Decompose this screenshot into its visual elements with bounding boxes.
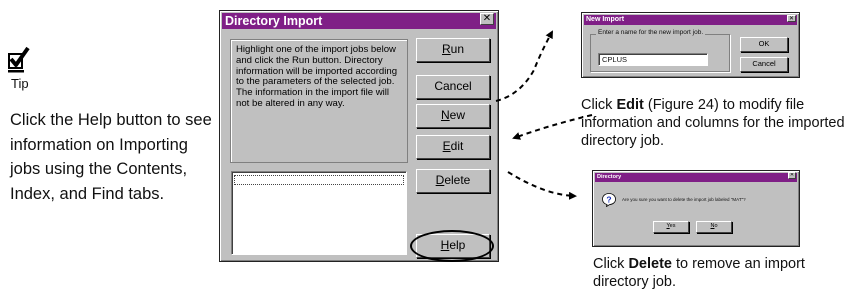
cancel-button[interactable]: Cancel — [416, 75, 490, 99]
no-button[interactable]: No — [696, 221, 732, 233]
tip-label: Tip — [11, 76, 29, 91]
svg-text:?: ? — [606, 194, 611, 204]
checkmark-tip-icon — [6, 46, 32, 74]
edit-caption: Click Edit (Figure 24) to modify file in… — [581, 97, 845, 149]
close-icon[interactable]: ✕ — [788, 172, 796, 179]
new-import-dialog: New Import ✕ Enter a name for the new im… — [581, 12, 800, 78]
delete-button[interactable]: Delete — [416, 169, 490, 193]
dialog-title: Directory — [595, 173, 797, 182]
ok-button[interactable]: OK — [740, 37, 788, 52]
import-jobs-list[interactable] — [231, 171, 407, 255]
delete-arrow — [507, 171, 577, 200]
confirm-message: Are you sure you want to delete the impo… — [622, 197, 746, 202]
list-item[interactable] — [234, 175, 404, 185]
directory-import-dialog: Directory Import ✕ Highlight one of the … — [219, 10, 499, 262]
question-icon: ? — [602, 193, 616, 208]
delete-caption: Click Delete to remove an import directo… — [593, 256, 805, 290]
close-icon[interactable]: ✕ — [787, 15, 796, 22]
help-highlight-circle — [410, 230, 494, 262]
dialog-title: New Import — [584, 15, 797, 25]
yes-button[interactable]: Yes — [653, 221, 689, 233]
cancel-button[interactable]: Cancel — [740, 57, 788, 72]
instructions-text: Highlight one of the import jobs below a… — [236, 44, 398, 109]
close-icon[interactable]: ✕ — [480, 13, 494, 25]
confirm-delete-dialog: Directory ✕ ? Are you sure you want to d… — [592, 170, 800, 247]
dialog-title: Directory Import — [222, 13, 496, 29]
edit-button[interactable]: Edit — [416, 135, 490, 159]
instructions-group: Highlight one of the import jobs below a… — [230, 39, 408, 163]
tip-text: Click the Help button to see information… — [10, 111, 212, 203]
run-button[interactable]: Run — [416, 38, 490, 62]
new-arrow — [495, 30, 553, 102]
new-button[interactable]: New — [416, 104, 490, 128]
import-name-input[interactable]: CPLUS — [598, 53, 708, 66]
name-prompt: Enter a name for the new import job. — [596, 29, 706, 37]
